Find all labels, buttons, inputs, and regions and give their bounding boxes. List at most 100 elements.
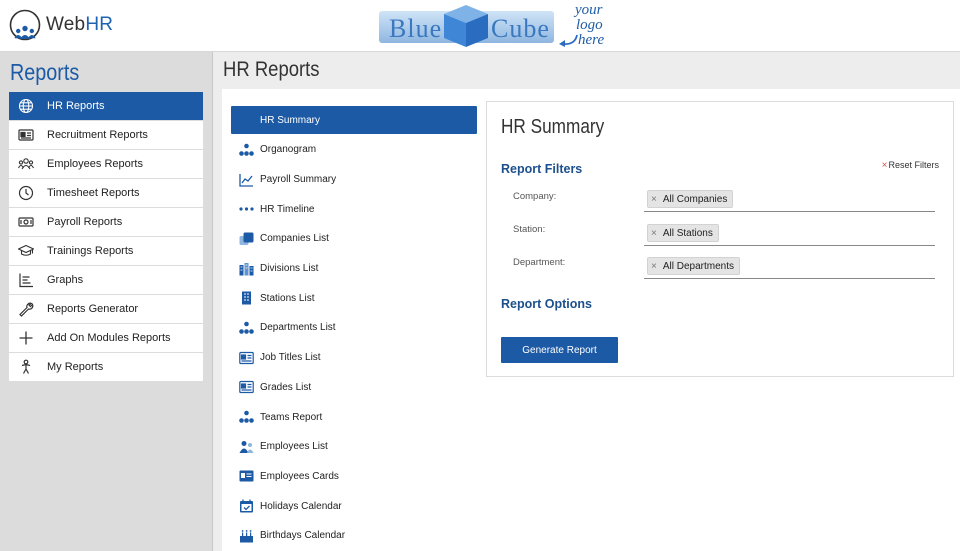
report-item-departments-list[interactable]: Departments List [231, 313, 477, 343]
report-item-label: Organogram [260, 144, 317, 156]
companies-icon [238, 232, 254, 246]
company-tag: × All Companies [647, 190, 734, 208]
sidebar-item-graphs[interactable]: Graphs [9, 266, 203, 295]
company-logo: Blue Cube your logo here [379, 3, 609, 49]
report-item-grades-list[interactable]: Grades List [231, 373, 477, 403]
report-list: HR Summary Organogram Payroll Summary HR… [231, 106, 477, 551]
people-icon [238, 440, 254, 454]
sidebar-item-payroll-reports[interactable]: Payroll Reports [9, 208, 203, 237]
brand-name: WebHR [46, 14, 114, 35]
org-chart-icon [238, 321, 254, 335]
report-item-label: HR Summary [260, 114, 321, 126]
sidebar: Reports HR Reports Recruitment Reports E… [0, 52, 213, 551]
report-item-payroll-summary[interactable]: Payroll Summary [231, 165, 477, 195]
report-item-employees-list[interactable]: Employees List [231, 432, 477, 462]
report-item-label: Grades List [260, 381, 312, 393]
report-item-job-titles-list[interactable]: Job Titles List [231, 343, 477, 373]
sidebar-item-trainings-reports[interactable]: Trainings Reports [9, 237, 203, 266]
hr-summary-card: HR Summary Report Filters ×Reset Filters… [486, 101, 954, 377]
sidebar-item-label: Graphs [47, 274, 84, 286]
org-chart-icon [238, 143, 254, 157]
generate-report-button[interactable]: Generate Report [501, 337, 618, 363]
station-label: Station: [513, 224, 546, 235]
sidebar-item-label: Trainings Reports [47, 245, 134, 257]
id-card-icon [17, 127, 35, 143]
line-chart-icon [238, 173, 254, 187]
report-item-hr-timeline[interactable]: HR Timeline [231, 194, 477, 224]
report-item-label: Holidays Calendar [260, 500, 342, 512]
sidebar-item-label: Reports Generator [47, 303, 139, 315]
report-filters-heading: Report Filters [501, 162, 583, 176]
org-chart-icon [238, 410, 254, 424]
sidebar-item-my-reports[interactable]: My Reports [9, 353, 203, 382]
sidebar-item-label: HR Reports [47, 100, 105, 112]
id-card-icon [238, 351, 254, 365]
report-item-label: Payroll Summary [260, 174, 337, 186]
sidebar-item-label: Payroll Reports [47, 216, 123, 228]
remove-icon[interactable]: × [651, 228, 657, 239]
sidebar-item-recruitment-reports[interactable]: Recruitment Reports [9, 121, 203, 150]
department-label: Department: [513, 257, 566, 268]
report-item-organogram[interactable]: Organogram [231, 135, 477, 165]
report-item-label: Divisions List [260, 263, 319, 275]
report-item-teams-report[interactable]: Teams Report [231, 402, 477, 432]
card-icon [238, 469, 254, 483]
sidebar-item-reports-generator[interactable]: Reports Generator [9, 295, 203, 324]
report-item-hr-summary[interactable]: HR Summary [231, 106, 477, 134]
close-icon: × [881, 160, 888, 171]
sidebar-item-add-on-modules-reports[interactable]: Add On Modules Reports [9, 324, 203, 353]
report-item-birthdays-calendar[interactable]: Birthdays Calendar [231, 521, 477, 551]
person-icon [17, 359, 35, 375]
report-item-companies-list[interactable]: Companies List [231, 224, 477, 254]
sidebar-item-hr-reports[interactable]: HR Reports [9, 92, 203, 121]
graduation-cap-icon [17, 243, 35, 259]
department-select[interactable]: × All Departments [644, 257, 935, 279]
report-item-employees-cards[interactable]: Employees Cards [231, 462, 477, 492]
wrench-icon [17, 301, 35, 317]
company-select[interactable]: × All Companies [644, 190, 935, 212]
sidebar-item-label: My Reports [47, 361, 104, 373]
company-label: Company: [513, 191, 557, 202]
report-item-label: Departments List [260, 322, 336, 334]
sidebar-item-label: Recruitment Reports [47, 129, 148, 141]
plus-icon [17, 330, 35, 346]
report-item-label: Birthdays Calendar [260, 530, 346, 542]
reset-filters-link[interactable]: ×Reset Filters [882, 160, 939, 171]
building-icon [238, 291, 254, 305]
report-item-holidays-calendar[interactable]: Holidays Calendar [231, 491, 477, 521]
buildings-icon [238, 262, 254, 276]
report-item-label: HR Timeline [260, 203, 315, 215]
remove-icon[interactable]: × [651, 194, 657, 205]
report-item-label: Employees List [260, 441, 328, 453]
bar-graph-icon [17, 272, 35, 288]
station-select[interactable]: × All Stations [644, 224, 935, 246]
report-item-label: Job Titles List [260, 352, 321, 364]
webhr-logo-icon [9, 9, 41, 41]
report-item-label: Stations List [260, 292, 315, 304]
sidebar-item-label: Timesheet Reports [47, 187, 140, 199]
report-item-label: Companies List [260, 233, 329, 245]
id-card-icon [238, 380, 254, 394]
report-item-divisions-list[interactable]: Divisions List [231, 254, 477, 284]
top-bar: WebHR Blue Cube your logo here [0, 0, 960, 52]
logo-tagline: your logo here [575, 2, 605, 48]
dots-icon [238, 202, 254, 216]
cake-icon [238, 529, 254, 543]
sidebar-item-label: Employees Reports [47, 158, 143, 170]
report-options-heading: Report Options [501, 297, 592, 311]
sidebar-item-timesheet-reports[interactable]: Timesheet Reports [9, 179, 203, 208]
cube-icon [444, 5, 488, 47]
clock-icon [17, 185, 35, 201]
report-item-label: Employees Cards [260, 470, 339, 482]
report-item-stations-list[interactable]: Stations List [231, 283, 477, 313]
webhr-brand[interactable]: WebHR [9, 8, 113, 42]
report-item-label: Teams Report [260, 411, 323, 423]
sidebar-item-employees-reports[interactable]: Employees Reports [9, 150, 203, 179]
sidebar-title: Reports [10, 59, 80, 85]
people-icon [17, 156, 35, 172]
summary-title: HR Summary [501, 116, 605, 138]
sidebar-menu: HR Reports Recruitment Reports Employees… [9, 92, 203, 382]
money-icon [17, 214, 35, 230]
remove-icon[interactable]: × [651, 261, 657, 272]
calendar-check-icon [238, 499, 254, 513]
